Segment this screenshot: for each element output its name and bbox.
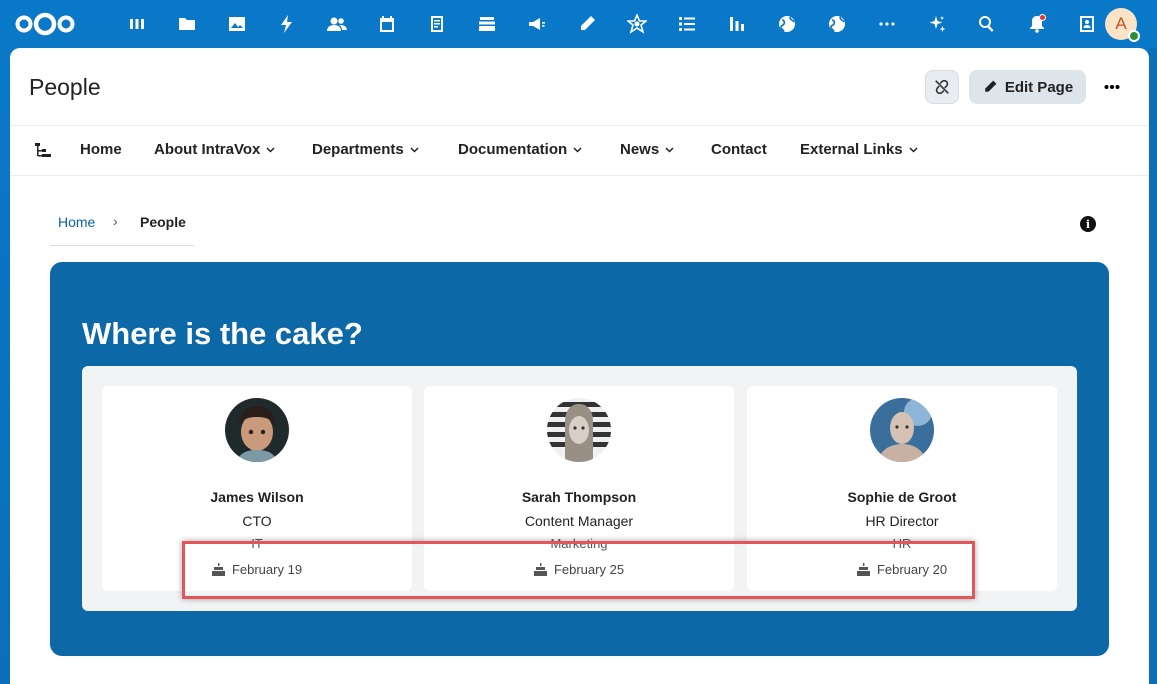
nav-item-news[interactable]: News	[620, 141, 674, 158]
person-name: James Wilson	[210, 489, 304, 505]
person-birthday: February 19	[102, 562, 412, 577]
breadcrumb-home-link[interactable]: Home	[58, 214, 95, 230]
edit-page-label: Edit Page	[1004, 78, 1074, 96]
activity-icon[interactable]	[262, 10, 312, 38]
more-actions-button[interactable]	[1100, 74, 1124, 100]
nav-item-contact[interactable]: Contact	[711, 141, 767, 158]
cake-icon	[533, 563, 547, 576]
notifications-icon[interactable]	[1012, 10, 1062, 38]
nav-item-label: Documentation	[458, 141, 568, 158]
nav-item-about-intravox[interactable]: About IntraVox	[154, 141, 275, 158]
person-role: HR Director	[865, 513, 939, 529]
unlink-button[interactable]	[925, 70, 959, 104]
globe-alt-icon[interactable]	[812, 10, 862, 38]
edit-page-button[interactable]: Edit Page	[969, 70, 1086, 104]
pencil-icon	[985, 80, 997, 92]
birthday-date: February 25	[553, 562, 625, 577]
notification-dot	[1039, 14, 1046, 21]
nav-item-label: External Links	[800, 141, 903, 158]
search-icon[interactable]	[962, 10, 1012, 38]
person-name: Sarah Thompson	[521, 489, 637, 505]
nav-item-label: News	[620, 141, 660, 158]
files-icon[interactable]	[162, 10, 212, 38]
main-navigation: Home About IntraVox Departments Document…	[10, 126, 1149, 176]
contacts-icon[interactable]	[312, 10, 362, 38]
deck-icon[interactable]	[462, 10, 512, 38]
nav-item-label: About IntraVox	[154, 141, 261, 158]
whiteboard-icon[interactable]	[562, 10, 612, 38]
person-birthday: February 20	[747, 562, 1057, 577]
nav-item-label: Departments	[312, 141, 404, 158]
cake-icon	[856, 563, 870, 576]
person-card[interactable]: Sarah Thompson Content Manager Marketing…	[424, 386, 734, 591]
window-edge	[1149, 48, 1157, 684]
analytics-icon[interactable]	[712, 10, 762, 38]
more-horizontal-icon	[1104, 85, 1120, 89]
user-avatar[interactable]: A	[1105, 8, 1140, 42]
person-birthday: February 25	[424, 562, 734, 577]
person-avatar	[225, 398, 289, 462]
top-bar: A	[0, 0, 1157, 48]
person-department: Marketing	[550, 536, 608, 551]
nav-item-documentation[interactable]: Documentation	[458, 141, 582, 158]
chevron-down-icon	[573, 146, 582, 153]
sitemap-tree-icon[interactable]	[35, 143, 51, 159]
content-card: People Edit Page Home About IntraVox Dep…	[10, 48, 1149, 684]
cake-icon	[211, 563, 225, 576]
intravox-icon[interactable]	[612, 10, 662, 38]
app-menu	[112, 10, 1112, 38]
more-apps-icon[interactable]	[862, 10, 912, 38]
nav-item-departments[interactable]: Departments	[312, 141, 419, 158]
dashboard-icon[interactable]	[112, 10, 162, 38]
globe-icon[interactable]	[762, 10, 812, 38]
nav-item-external-links[interactable]: External Links	[800, 141, 918, 158]
chevron-down-icon	[410, 146, 419, 153]
person-avatar	[547, 398, 611, 462]
person-card[interactable]: Sophie de Groot HR Director HR February …	[747, 386, 1057, 591]
tasks-icon[interactable]	[662, 10, 712, 38]
nav-item-home[interactable]: Home	[80, 141, 122, 158]
person-role: Content Manager	[524, 513, 634, 529]
birthday-section: Where is the cake? James Wilson CTO IT F…	[50, 262, 1109, 656]
person-role: CTO	[242, 513, 272, 529]
person-department: HR	[892, 536, 912, 551]
photos-icon[interactable]	[212, 10, 262, 38]
online-status-icon	[1128, 30, 1140, 42]
info-icon[interactable]: i	[1080, 216, 1096, 232]
breadcrumb-separator: ›	[113, 213, 118, 229]
chevron-down-icon	[266, 146, 275, 153]
calendar-icon[interactable]	[362, 10, 412, 38]
birthday-date: February 20	[876, 562, 948, 577]
nav-item-label: Home	[80, 141, 122, 158]
page-header: People Edit Page	[10, 48, 1149, 126]
chevron-down-icon	[665, 146, 674, 153]
section-title: Where is the cake?	[82, 316, 363, 351]
unlink-icon	[935, 79, 949, 95]
breadcrumb: Home › People	[50, 201, 194, 246]
assistant-icon[interactable]	[912, 10, 962, 38]
person-card[interactable]: James Wilson CTO IT February 19	[102, 386, 412, 591]
user-initial: A	[1115, 14, 1127, 33]
person-name: Sophie de Groot	[847, 489, 957, 505]
page-title: People	[29, 74, 101, 100]
person-avatar	[870, 398, 934, 462]
announcements-icon[interactable]	[512, 10, 562, 38]
people-panel: James Wilson CTO IT February 19 Sarah Th…	[82, 366, 1077, 611]
chevron-down-icon	[909, 146, 918, 153]
birthday-date: February 19	[231, 562, 303, 577]
notes-icon[interactable]	[412, 10, 462, 38]
breadcrumb-current: People	[140, 214, 186, 230]
nextcloud-logo-icon[interactable]	[14, 12, 76, 36]
person-department: IT	[251, 536, 263, 551]
nav-item-label: Contact	[711, 141, 767, 158]
